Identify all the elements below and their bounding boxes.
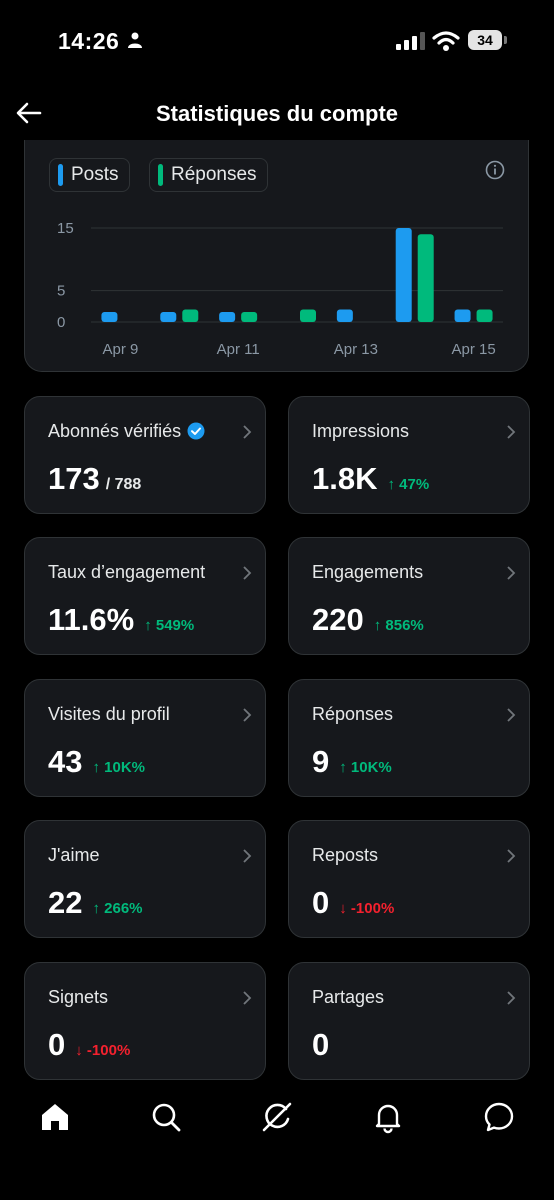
- replies-swatch: [158, 164, 163, 186]
- card-replies[interactable]: Réponses 9 ↑ 10K%: [288, 679, 530, 797]
- card-reposts[interactable]: Reposts 0 ↓ -100%: [288, 820, 530, 938]
- metric-delta: ↑ 549%: [144, 617, 195, 634]
- signal-icon: [396, 32, 425, 50]
- bar-réponses: [417, 234, 434, 322]
- person-icon: [128, 32, 142, 48]
- verified-badge-icon: [187, 422, 205, 440]
- bar-posts: [219, 312, 236, 322]
- notifications-icon[interactable]: [371, 1100, 405, 1134]
- legend-posts[interactable]: Posts: [49, 158, 130, 192]
- card-label: Visites du profil: [48, 704, 170, 724]
- home-icon[interactable]: [38, 1100, 72, 1134]
- metric-delta: ↓ -100%: [75, 1042, 131, 1059]
- messages-icon[interactable]: [482, 1100, 516, 1134]
- bar-réponses: [476, 309, 493, 322]
- bar-chart: 0 5 15 Apr 9 Apr 11 Apr 13 Apr 15: [57, 220, 503, 358]
- wifi-icon: [432, 31, 460, 51]
- bar-réponses: [300, 309, 316, 322]
- card-label: Reposts: [312, 845, 379, 865]
- bottom-nav: [0, 1088, 554, 1148]
- x-tick-label: Apr 9: [102, 341, 138, 358]
- x-tick-label: Apr 11: [217, 341, 260, 358]
- metric-delta: ↑ 10K%: [339, 759, 392, 776]
- chevron-right-icon: [243, 425, 252, 439]
- metric-delta: ↑ 10K%: [92, 759, 146, 776]
- metric-total: / 788: [105, 476, 142, 493]
- metric-value: 9: [312, 744, 330, 779]
- metric-value: 43: [48, 744, 83, 779]
- header: Statistiques du compte: [0, 84, 554, 144]
- bar-posts: [454, 309, 471, 322]
- card-engagements[interactable]: Engagements 220 ↑ 856%: [288, 537, 530, 655]
- bar-réponses: [241, 312, 258, 322]
- bar-posts: [395, 228, 412, 322]
- chevron-right-icon: [507, 991, 516, 1005]
- card-bookmarks[interactable]: Signets 0 ↓ -100%: [24, 962, 266, 1080]
- card-label: J'aime: [48, 845, 100, 865]
- chevron-right-icon: [243, 708, 252, 722]
- card-impressions[interactable]: Impressions 1.8K ↑ 47%: [288, 396, 530, 514]
- chevron-right-icon: [507, 708, 516, 722]
- card-label: Abonnés vérifiés: [48, 421, 205, 442]
- metric-value: 22: [48, 885, 83, 920]
- status-bar: 14:26 34: [0, 0, 554, 80]
- card-label: Impressions: [312, 421, 410, 441]
- legend-replies[interactable]: Réponses: [149, 158, 268, 192]
- bar-posts: [336, 309, 353, 322]
- metric-value: 173: [48, 461, 100, 496]
- status-time: 14:26: [58, 28, 120, 54]
- card-label: Réponses: [312, 704, 394, 724]
- card-label: Taux d’engagement: [48, 562, 206, 582]
- legend-posts-label: Posts: [71, 164, 119, 185]
- chart-card: Posts Réponses 0 5 15 Apr 9 Apr 11 Apr 13 Apr …: [24, 140, 529, 372]
- metric-value: 0: [48, 1027, 66, 1062]
- bar-posts: [101, 312, 118, 322]
- x-tick-label: Apr 13: [334, 341, 378, 358]
- bar-réponses: [182, 309, 199, 322]
- metric-delta: ↑ 856%: [373, 617, 424, 634]
- card-label: Partages: [312, 987, 385, 1007]
- card-engagement-rate[interactable]: Taux d’engagement 11.6% ↑ 549%: [24, 537, 266, 655]
- chevron-right-icon: [507, 425, 516, 439]
- info-icon[interactable]: [485, 160, 505, 180]
- y-tick-label: 0: [57, 314, 65, 331]
- card-label: Engagements: [312, 562, 424, 582]
- card-likes[interactable]: J'aime 22 ↑ 266%: [24, 820, 266, 938]
- y-tick-label: 15: [57, 220, 74, 237]
- chevron-right-icon: [243, 991, 252, 1005]
- page-title: Statistiques du compte: [155, 101, 399, 126]
- grok-icon[interactable]: [260, 1100, 294, 1134]
- metric-value: 0: [312, 885, 330, 920]
- x-tick-label: Apr 15: [451, 341, 495, 358]
- y-tick-label: 5: [57, 283, 65, 300]
- chevron-right-icon: [243, 566, 252, 580]
- chevron-right-icon: [507, 849, 516, 863]
- metric-value: 1.8K: [312, 461, 378, 496]
- search-icon[interactable]: [149, 1100, 183, 1134]
- metric-delta: ↑ 266%: [92, 900, 143, 917]
- bar-posts: [160, 312, 177, 322]
- card-shares[interactable]: Partages 0: [288, 962, 530, 1080]
- card-profile-visits[interactable]: Visites du profil 43 ↑ 10K%: [24, 679, 266, 797]
- battery-icon: 34: [468, 30, 508, 50]
- legend-replies-label: Réponses: [171, 164, 257, 185]
- metric-delta: ↑ 47%: [387, 476, 430, 493]
- card-verified-followers[interactable]: Abonnés vérifiés 173 / 788: [24, 396, 266, 514]
- metric-value: 220: [312, 602, 364, 637]
- battery-level: 34: [468, 30, 502, 50]
- posts-swatch: [58, 164, 63, 186]
- metric-value: 11.6%: [48, 602, 135, 637]
- card-label: Signets: [48, 987, 109, 1007]
- chevron-right-icon: [243, 849, 252, 863]
- metric-delta: ↓ -100%: [339, 900, 395, 917]
- chevron-right-icon: [507, 566, 516, 580]
- metric-value: 0: [312, 1027, 330, 1062]
